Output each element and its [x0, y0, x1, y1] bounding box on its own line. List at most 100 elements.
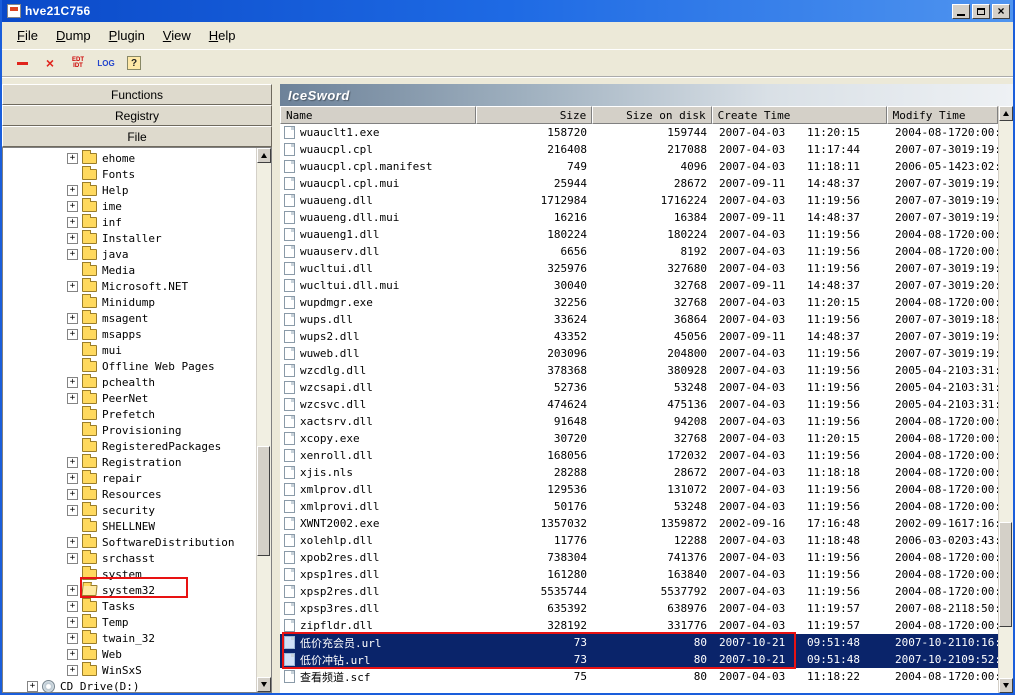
expand-icon[interactable]: + — [67, 633, 78, 644]
tree-item-installer[interactable]: +Installer — [3, 230, 256, 246]
table-row[interactable]: xmlprovi.dll50176532482007-04-0311:19:56… — [280, 498, 998, 515]
table-row[interactable]: wups.dll33624368642007-04-0311:19:562007… — [280, 311, 998, 328]
tree-item-msapps[interactable]: +msapps — [3, 326, 256, 342]
expand-icon[interactable]: + — [67, 153, 78, 164]
minimize-button[interactable] — [952, 4, 970, 19]
tree-item-java[interactable]: +java — [3, 246, 256, 262]
tree-item-provisioning[interactable]: Provisioning — [3, 422, 256, 438]
expand-icon[interactable]: + — [67, 553, 78, 564]
expand-icon[interactable]: + — [67, 489, 78, 500]
tree-item-fonts[interactable]: Fonts — [3, 166, 256, 182]
column-header-modify-time[interactable]: Modify Time — [887, 106, 998, 124]
table-row[interactable]: XWNT2002.exe135703213598722002-09-1617:1… — [280, 515, 998, 532]
expand-icon[interactable]: + — [67, 665, 78, 676]
expand-icon[interactable]: + — [67, 505, 78, 516]
table-row[interactable]: wuaucpl.cpl2164082170882007-04-0311:17:4… — [280, 141, 998, 158]
tree-item-minidump[interactable]: Minidump — [3, 294, 256, 310]
tree-item-resources[interactable]: +Resources — [3, 486, 256, 502]
expand-icon[interactable]: + — [67, 601, 78, 612]
terminate-button[interactable]: × — [38, 52, 62, 74]
scroll-down-button[interactable] — [999, 678, 1013, 693]
tree-item-system32[interactable]: +system32 — [3, 582, 256, 598]
tree-item-registration[interactable]: +Registration — [3, 454, 256, 470]
table-row[interactable]: xmlprov.dll1295361310722007-04-0311:19:5… — [280, 481, 998, 498]
expand-icon[interactable]: + — [67, 585, 78, 596]
tree-item-ehome[interactable]: +ehome — [3, 150, 256, 166]
expand-icon[interactable]: + — [67, 377, 78, 388]
table-row[interactable]: wzcsapi.dll52736532482007-04-0311:19:562… — [280, 379, 998, 396]
table-row[interactable]: 低价充会员.url73802007-10-2109:51:482007-10-2… — [280, 634, 998, 651]
expand-icon[interactable]: + — [67, 393, 78, 404]
table-row[interactable]: wzcdlg.dll3783683809282007-04-0311:19:56… — [280, 362, 998, 379]
tree-item-ime[interactable]: +ime — [3, 198, 256, 214]
scroll-thumb[interactable] — [999, 522, 1012, 627]
tree-item-web[interactable]: +Web — [3, 646, 256, 662]
expand-icon[interactable]: + — [67, 473, 78, 484]
column-header-name[interactable]: Name — [280, 106, 476, 124]
tree-item-repair[interactable]: +repair — [3, 470, 256, 486]
tree-scrollbar[interactable] — [256, 148, 271, 692]
table-row[interactable]: wuauclt1.exe1587201597442007-04-0311:20:… — [280, 124, 998, 141]
scroll-track[interactable] — [999, 121, 1013, 678]
table-row[interactable]: xpsp1res.dll1612801638402007-04-0311:19:… — [280, 566, 998, 583]
menu-item-help[interactable]: Help — [200, 25, 245, 46]
table-row[interactable]: wuauserv.dll665681922007-04-0311:19:5620… — [280, 243, 998, 260]
column-header-size[interactable]: Size — [476, 106, 592, 124]
close-button[interactable]: × — [992, 4, 1010, 19]
tree-item-srchasst[interactable]: +srchasst — [3, 550, 256, 566]
table-row[interactable]: wuaueng1.dll1802241802242007-04-0311:19:… — [280, 226, 998, 243]
table-row[interactable]: xcopy.exe30720327682007-04-0311:20:15200… — [280, 430, 998, 447]
table-row[interactable]: 低价冲钻.url73802007-10-2109:51:482007-10-21… — [280, 651, 998, 668]
scroll-track[interactable] — [257, 163, 271, 677]
table-row[interactable]: wuaueng.dll.mui16216163842007-09-1114:48… — [280, 209, 998, 226]
tree-item-offline-web-pages[interactable]: Offline Web Pages — [3, 358, 256, 374]
section-button-file[interactable]: File — [2, 126, 272, 147]
table-row[interactable]: zipfldr.dll3281923317762007-04-0311:19:5… — [280, 617, 998, 634]
tree-item-system[interactable]: system — [3, 566, 256, 582]
column-header-size-on-disk[interactable]: Size on disk — [592, 106, 711, 124]
tree-item-softwaredistribution[interactable]: +SoftwareDistribution — [3, 534, 256, 550]
table-row[interactable]: xactsrv.dll91648942082007-04-0311:19:562… — [280, 413, 998, 430]
table-row[interactable]: xpob2res.dll7383047413762007-04-0311:19:… — [280, 549, 998, 566]
expand-icon[interactable]: + — [67, 201, 78, 212]
tree-item-security[interactable]: +security — [3, 502, 256, 518]
help-button[interactable]: ? — [122, 52, 146, 74]
tree-item-twain-32[interactable]: +twain_32 — [3, 630, 256, 646]
expand-icon[interactable]: + — [27, 681, 38, 692]
maximize-button[interactable] — [972, 4, 990, 19]
tree-item-help[interactable]: +Help — [3, 182, 256, 198]
tree-item-cd-drive-d-[interactable]: +CD Drive(D:) — [3, 678, 256, 692]
expand-icon[interactable]: + — [67, 185, 78, 196]
list-scrollbar[interactable] — [998, 106, 1013, 693]
table-row[interactable]: wzcsvc.dll4746244751362007-04-0311:19:56… — [280, 396, 998, 413]
tree-item-temp[interactable]: +Temp — [3, 614, 256, 630]
expand-icon[interactable]: + — [67, 649, 78, 660]
table-row[interactable]: xenroll.dll1680561720322007-04-0311:19:5… — [280, 447, 998, 464]
table-row[interactable]: wups2.dll43352450562007-09-1114:48:37200… — [280, 328, 998, 345]
menu-item-dump[interactable]: Dump — [47, 25, 100, 46]
expand-icon[interactable]: + — [67, 537, 78, 548]
tree-item-media[interactable]: Media — [3, 262, 256, 278]
table-row[interactable]: wuaueng.dll171298417162242007-04-0311:19… — [280, 192, 998, 209]
tree-item-winsxs[interactable]: +WinSxS — [3, 662, 256, 678]
table-row[interactable]: wuweb.dll2030962048002007-04-0311:19:562… — [280, 345, 998, 362]
scroll-up-button[interactable] — [999, 106, 1013, 121]
tree-item-microsoft-net[interactable]: +Microsoft.NET — [3, 278, 256, 294]
tree-item-inf[interactable]: +inf — [3, 214, 256, 230]
scroll-down-button[interactable] — [257, 677, 271, 692]
table-row[interactable]: wupdmgr.exe32256327682007-04-0311:20:152… — [280, 294, 998, 311]
expand-icon[interactable]: + — [67, 233, 78, 244]
tree-item-tasks[interactable]: +Tasks — [3, 598, 256, 614]
expand-icon[interactable]: + — [67, 617, 78, 628]
remove-button[interactable] — [10, 52, 34, 74]
expand-icon[interactable]: + — [67, 281, 78, 292]
column-header-create-time[interactable]: Create Time — [712, 106, 887, 124]
tree-item-msagent[interactable]: +msagent — [3, 310, 256, 326]
expand-icon[interactable]: + — [67, 249, 78, 260]
scroll-up-button[interactable] — [257, 148, 271, 163]
tree-item-shellnew[interactable]: SHELLNEW — [3, 518, 256, 534]
table-row[interactable]: wucltui.dll3259763276802007-04-0311:19:5… — [280, 260, 998, 277]
scroll-thumb[interactable] — [257, 446, 270, 556]
table-row[interactable]: xjis.nls28288286722007-04-0311:18:182004… — [280, 464, 998, 481]
tree-item-prefetch[interactable]: Prefetch — [3, 406, 256, 422]
